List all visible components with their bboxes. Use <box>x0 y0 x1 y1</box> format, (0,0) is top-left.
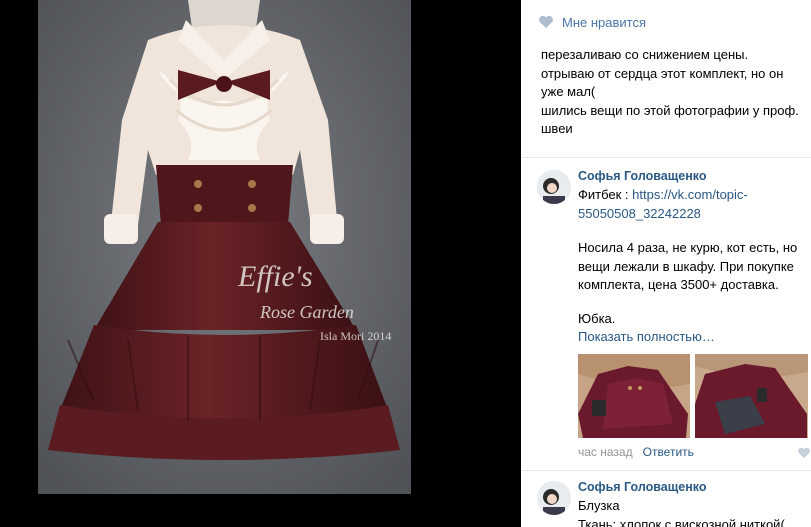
dress-illustration: Effie's Rose Garden Isla Mori 2014 <box>38 0 411 494</box>
description-line: отрываю от сердца этот комплект, но он <box>541 65 784 81</box>
comment-text: Блузка Ткань: хлопок с вискозной ниткой( <box>578 497 806 527</box>
show-more-link[interactable]: Показать полностью… <box>578 329 715 344</box>
post-panel: Мне нравится перезаливаю со снижением це… <box>521 0 811 527</box>
attachment-photo[interactable] <box>695 354 808 438</box>
reply-button[interactable]: Ответить <box>643 445 694 459</box>
comment-meta: час назад Ответить <box>578 445 694 459</box>
description-line: швеи <box>541 121 573 136</box>
comment-text: Фитбек : https://vk.com/topic- 55050508_… <box>578 186 806 223</box>
description-line: шились вещи по этой фотографии у проф. <box>541 102 799 118</box>
comment-author[interactable]: Софья Головащенко <box>578 480 707 494</box>
attachment-photo[interactable] <box>578 354 690 438</box>
comment-time: час назад <box>578 445 633 459</box>
photo-viewer[interactable]: Effie's Rose Garden Isla Mori 2014 <box>0 0 521 527</box>
comment-like-icon[interactable] <box>797 447 811 459</box>
fitback-label: Фитбек : <box>578 187 633 202</box>
heart-icon <box>539 15 553 28</box>
skirt-photo-1 <box>578 354 690 438</box>
comment-line: комплекта, цена 3500+ доставка. <box>578 277 779 292</box>
product-photo[interactable]: Effie's Rose Garden Isla Mori 2014 <box>38 0 411 494</box>
comment-author[interactable]: Софья Головащенко <box>578 169 707 183</box>
watermark-line2: Rose Garden <box>259 302 354 322</box>
description-line: перезаливаю со снижением цены. <box>541 47 749 62</box>
photo-description: перезаливаю со снижением цены. отрываю о… <box>541 46 807 139</box>
description-line: уже мал( <box>541 84 596 99</box>
watermark-line1: Effie's <box>237 260 313 293</box>
like-label: Мне нравится <box>562 14 647 30</box>
comment-line: Ткань: хлопок с вискозной ниткой( <box>578 516 785 527</box>
watermark-line3: Isla Mori 2014 <box>320 329 391 343</box>
topic-link[interactable]: https://vk.com/topic- <box>632 187 748 202</box>
topic-link-cont[interactable]: 55050508_32242228 <box>578 205 806 224</box>
skirt-photo-2 <box>695 354 808 438</box>
avatar-image <box>537 481 571 515</box>
avatar[interactable] <box>537 170 571 204</box>
comment-line: Носила 4 раза, не курю, кот есть, но <box>578 240 798 255</box>
comment-line: вещи лежали в шкафу. При покупке <box>578 258 794 274</box>
avatar-image <box>537 170 571 204</box>
comment-line: Юбка. <box>578 311 616 326</box>
divider <box>521 157 811 158</box>
comment-line: Блузка <box>578 498 620 513</box>
comment-paragraph: Носила 4 раза, не курю, кот есть, но вещ… <box>578 239 806 295</box>
like-button[interactable]: Мне нравится <box>538 12 646 32</box>
divider <box>521 470 811 471</box>
avatar[interactable] <box>537 481 571 515</box>
